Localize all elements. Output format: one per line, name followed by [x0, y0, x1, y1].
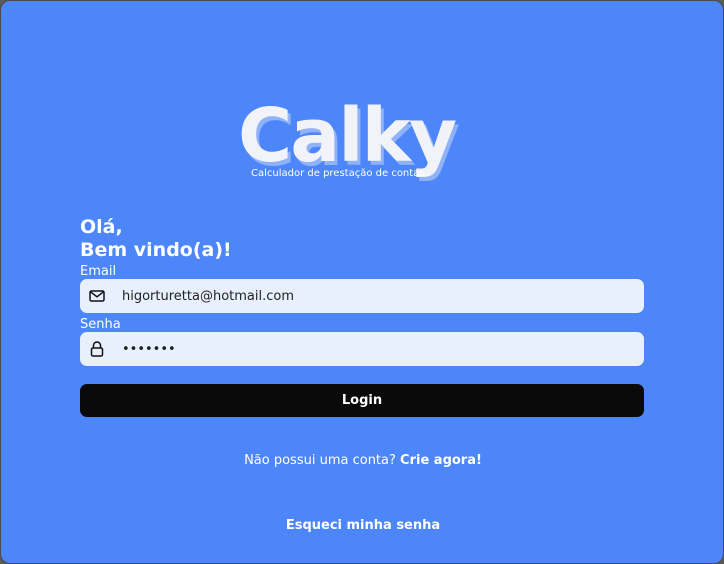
password-label: Senha [80, 317, 121, 332]
mail-icon [80, 279, 114, 313]
logo-tagline: Calculador de prestação de contas. [251, 168, 428, 179]
logo-wordmark: Calky [238, 93, 457, 179]
login-button[interactable]: Login [80, 384, 644, 417]
greeting-line-2: Bem vindo(a)! [80, 239, 232, 261]
email-input[interactable] [114, 279, 644, 313]
signup-link[interactable]: Crie agora! [400, 453, 482, 468]
app-window: Calky Calculador de prestação de contas.… [0, 0, 724, 564]
email-label: Email [80, 264, 117, 279]
greeting: Olá, Bem vindo(a)! [80, 216, 232, 262]
signup-text: Não possui uma conta? [244, 453, 396, 468]
signup-prompt: Não possui uma conta? Crie agora! [1, 453, 724, 468]
forgot-password-link[interactable]: Esqueci minha senha [1, 518, 724, 533]
password-field[interactable] [80, 332, 644, 366]
greeting-line-1: Olá, [80, 216, 123, 238]
lock-icon [80, 332, 114, 366]
password-input[interactable] [114, 332, 644, 366]
email-field[interactable] [80, 279, 644, 313]
logo: Calky Calculador de prestação de contas. [1, 91, 724, 191]
